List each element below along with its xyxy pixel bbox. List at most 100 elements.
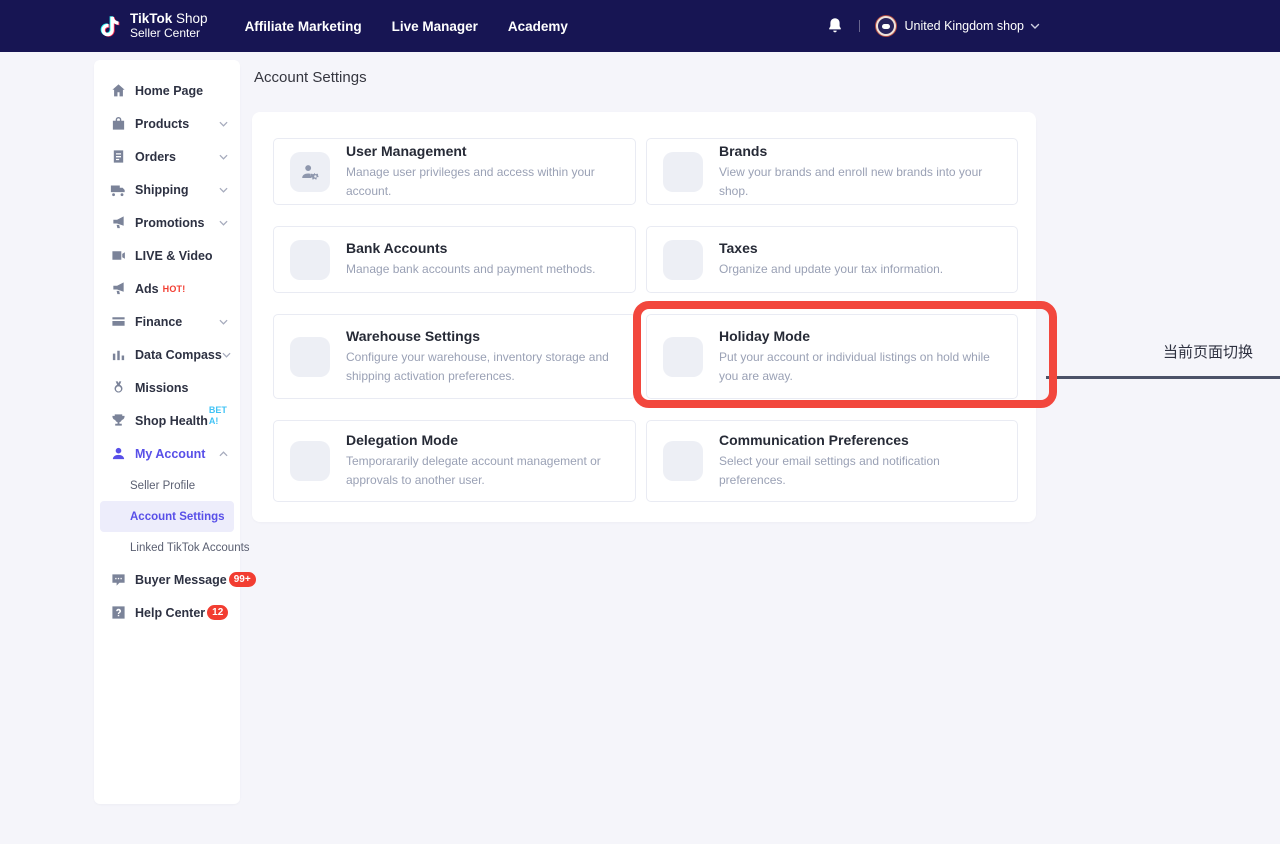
chevron-down-icon <box>219 154 228 160</box>
logo-text: TikTok Shop Seller Center <box>130 11 208 40</box>
bar-chart-icon <box>110 347 126 363</box>
bell-icon[interactable] <box>827 17 843 35</box>
card-user-management[interactable]: User Management Manage user privileges a… <box>273 138 636 205</box>
bank-accounts-icon <box>290 240 330 280</box>
card-title: Brands <box>719 143 999 159</box>
card-title: Delegation Mode <box>346 432 617 448</box>
card-holiday-mode[interactable]: Holiday Mode Put your account or individ… <box>646 314 1018 399</box>
sidebar-item-label: Products <box>135 117 189 131</box>
sidebar-item-missions[interactable]: Missions <box>94 371 240 404</box>
chevron-down-icon[interactable] <box>1030 17 1040 35</box>
sidebar-subitem-account-settings[interactable]: Account Settings <box>100 501 234 532</box>
card-desc: Organize and update your tax information… <box>719 260 943 279</box>
document-icon <box>110 149 126 165</box>
sidebar-item-finance[interactable]: Finance <box>94 305 240 338</box>
nav-academy[interactable]: Academy <box>508 19 568 34</box>
sidebar-item-orders[interactable]: Orders <box>94 140 240 173</box>
card-desc: Select your email settings and notificat… <box>719 452 999 489</box>
card-desc: Configure your warehouse, inventory stor… <box>346 348 617 385</box>
question-icon <box>110 605 126 621</box>
sidebar-item-ads[interactable]: Ads HOT! <box>94 272 240 305</box>
card-title: User Management <box>346 143 617 159</box>
nav-live-manager[interactable]: Live Manager <box>392 19 478 34</box>
topbar: TikTok Shop Seller Center Affiliate Mark… <box>0 0 1280 52</box>
sidebar-item-label: Data Compass <box>135 348 222 362</box>
nav-affiliate-marketing[interactable]: Affiliate Marketing <box>245 19 362 34</box>
chevron-up-icon <box>219 451 228 457</box>
sidebar-item-my-account[interactable]: My Account <box>94 437 240 470</box>
card-desc: Put your account or individual listings … <box>719 348 999 385</box>
chevron-down-icon <box>219 220 228 226</box>
card-bank-accounts[interactable]: Bank Accounts Manage bank accounts and p… <box>273 226 636 293</box>
annotation-label: 当前页面切换 <box>1163 341 1253 362</box>
chevron-down-icon <box>219 319 228 325</box>
warehouse-settings-icon <box>290 337 330 377</box>
logo-brand: TikTok <box>130 11 172 26</box>
sidebar-item-buyer-message[interactable]: Buyer Message 99+ <box>94 563 240 596</box>
chat-icon <box>110 572 126 588</box>
card-delegation-mode[interactable]: Delegation Mode Temporararily delegate a… <box>273 420 636 502</box>
card-desc: Manage user privileges and access within… <box>346 163 617 200</box>
card-title: Communication Preferences <box>719 432 999 448</box>
megaphone-icon <box>110 281 126 297</box>
sidebar-item-label: Shipping <box>135 183 188 197</box>
card-taxes[interactable]: Taxes Organize and update your tax infor… <box>646 226 1018 293</box>
sidebar-subitem-seller-profile[interactable]: Seller Profile <box>100 470 234 501</box>
megaphone-icon <box>110 215 126 231</box>
card-desc: Temporararily delegate account managemen… <box>346 452 617 489</box>
sidebar-item-label: Home Page <box>135 84 203 98</box>
card-title: Warehouse Settings <box>346 328 617 344</box>
sidebar-item-home-page[interactable]: Home Page <box>94 74 240 107</box>
sidebar-item-label: My Account <box>135 447 205 461</box>
card-title: Taxes <box>719 240 943 256</box>
sidebar-item-label: Help Center <box>135 606 205 620</box>
settings-card-grid: User Management Manage user privileges a… <box>273 138 1018 502</box>
sidebar-item-help-center[interactable]: Help Center 12 <box>94 596 240 629</box>
holiday-mode-icon <box>663 337 703 377</box>
medal-icon <box>110 380 126 396</box>
sidebar-item-shop-health[interactable]: Shop Health BETA! <box>94 404 240 437</box>
card-warehouse-settings[interactable]: Warehouse Settings Configure your wareho… <box>273 314 636 399</box>
sidebar-item-label: Orders <box>135 150 176 164</box>
card-communication-preferences[interactable]: Communication Preferences Select your em… <box>646 420 1018 502</box>
person-icon <box>110 446 126 462</box>
chevron-down-icon <box>219 121 228 127</box>
sidebar-item-data-compass[interactable]: Data Compass <box>94 338 240 371</box>
brands-icon <box>663 152 703 192</box>
sidebar-subitem-linked-tiktok-accounts[interactable]: Linked TikTok Accounts <box>100 532 234 563</box>
sidebar-item-shipping[interactable]: Shipping <box>94 173 240 206</box>
beta-tag: BETA! <box>209 405 228 426</box>
card-title: Holiday Mode <box>719 328 999 344</box>
logo-seller-center: Seller Center <box>130 27 208 41</box>
tiktok-shop-logo[interactable]: TikTok Shop Seller Center <box>97 11 208 41</box>
buyer-message-badge: 99+ <box>229 572 256 587</box>
truck-icon <box>110 182 126 198</box>
logo-shop: Shop <box>176 11 208 26</box>
sidebar-item-live-video[interactable]: LIVE & Video <box>94 239 240 272</box>
hot-tag: HOT! <box>163 284 186 294</box>
tiktok-note-icon <box>97 11 123 41</box>
taxes-icon <box>663 240 703 280</box>
page-title: Account Settings <box>254 69 367 86</box>
sidebar-item-products[interactable]: Products <box>94 107 240 140</box>
delegation-mode-icon <box>290 441 330 481</box>
communication-preferences-icon <box>663 441 703 481</box>
sidebar-item-label: Missions <box>135 381 189 395</box>
sidebar: Home Page Products Orders Shipping Promo… <box>94 60 240 804</box>
top-navigation: Affiliate Marketing Live Manager Academy <box>245 19 568 34</box>
user-gear-icon <box>290 152 330 192</box>
chevron-down-icon <box>222 352 231 358</box>
topbar-right: United Kingdom shop <box>827 16 1040 36</box>
shop-selector-label[interactable]: United Kingdom shop <box>904 19 1024 33</box>
home-icon <box>110 83 126 99</box>
help-center-badge: 12 <box>207 605 228 620</box>
account-settings-panel: User Management Manage user privileges a… <box>252 112 1036 522</box>
sidebar-item-label: Finance <box>135 315 182 329</box>
chevron-down-icon <box>219 187 228 193</box>
card-brands[interactable]: Brands View your brands and enroll new b… <box>646 138 1018 205</box>
trophy-icon <box>110 413 126 429</box>
shop-avatar[interactable] <box>876 16 896 36</box>
bag-icon <box>110 116 126 132</box>
sidebar-item-promotions[interactable]: Promotions <box>94 206 240 239</box>
topbar-divider <box>859 20 860 32</box>
